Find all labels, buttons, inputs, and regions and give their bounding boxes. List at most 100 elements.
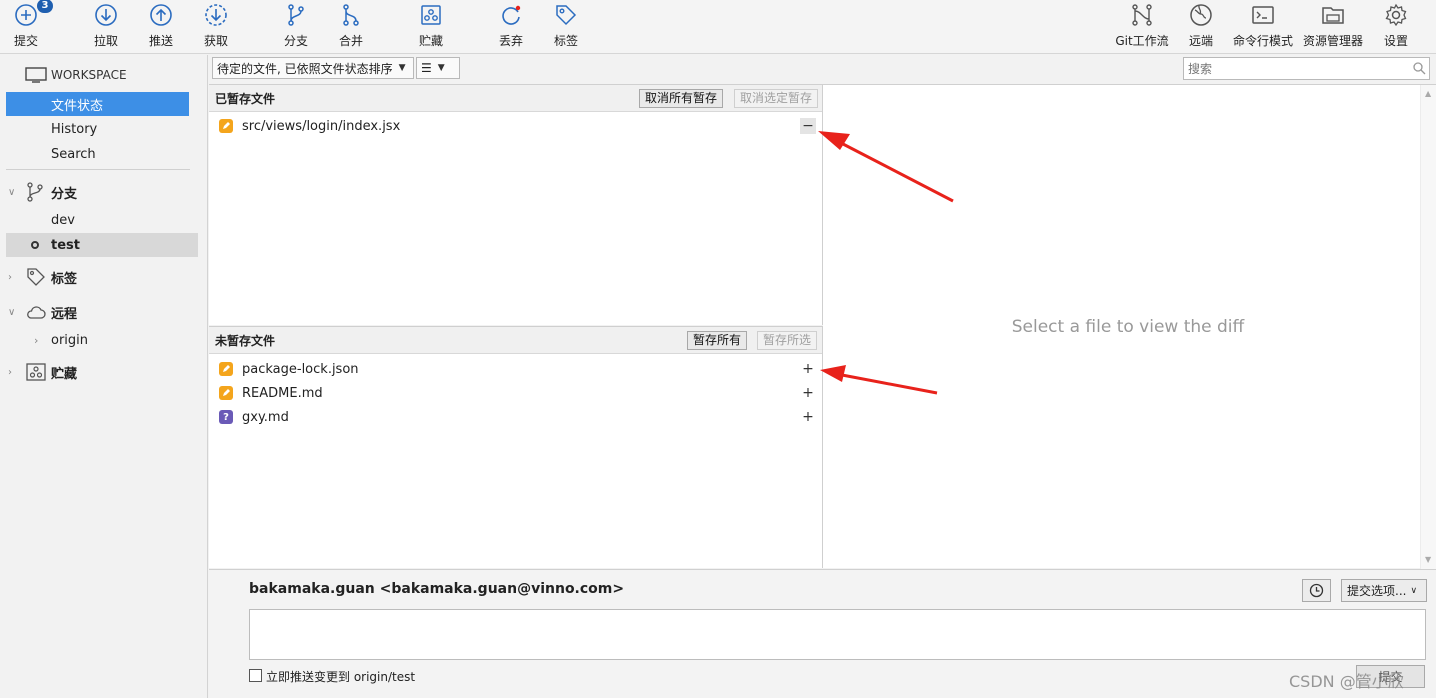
diff-placeholder: Select a file to view the diff	[1011, 317, 1245, 337]
fetch-button[interactable]: 获取	[198, 2, 234, 50]
terminal-button[interactable]: 命令行模式	[1231, 2, 1295, 50]
sidebar: WORKSPACE 文件状态 History Search ∨ 分支 dev t…	[0, 55, 208, 698]
branch-button[interactable]: 分支	[278, 2, 314, 50]
chevron-down-icon: ∨	[8, 306, 16, 318]
remotes-title: 远程	[51, 306, 78, 322]
push-button[interactable]: 推送	[143, 2, 179, 50]
gitflow-button[interactable]: Git工作流	[1114, 2, 1170, 50]
push-label: 推送	[148, 34, 173, 48]
stage-file-button[interactable]: +	[800, 385, 816, 401]
sidebar-item-search[interactable]: Search	[0, 142, 208, 166]
tag-label: 标签	[553, 34, 578, 48]
staged-files-panel: 已暂存文件 取消所有暂存 取消选定暂存 src/views/login/inde…	[209, 84, 823, 325]
file-row[interactable]: package-lock.json +	[209, 358, 821, 380]
tag-icon	[553, 2, 579, 28]
branch-icon	[27, 182, 43, 202]
scroll-up-icon[interactable]: ▲	[1425, 89, 1431, 98]
diff-panel: Select a file to view the diff ▲ ▼	[823, 84, 1436, 569]
tag-button[interactable]: 标签	[548, 2, 584, 50]
chevron-down-icon: ▼	[437, 63, 445, 73]
search-input[interactable]	[1183, 57, 1430, 80]
file-sort-value: 待定的文件, 已依照文件状态排序	[217, 61, 393, 76]
remote-button[interactable]: 远端	[1183, 2, 1219, 50]
commit-label: 提交	[13, 34, 38, 48]
discard-label: 丢弃	[498, 34, 523, 48]
divider	[6, 169, 190, 170]
sidebar-branch-test[interactable]: test	[6, 233, 198, 257]
stage-all-button[interactable]: 暂存所有	[687, 331, 748, 350]
commit-button[interactable]: 3 提交	[8, 0, 53, 50]
explorer-label: 资源管理器	[1302, 34, 1363, 48]
tags-title: 标签	[51, 271, 78, 287]
fetch-circle-icon	[203, 2, 229, 28]
sidebar-item-label: 文件状态	[51, 98, 104, 114]
file-sort-dropdown[interactable]: 待定的文件, 已依照文件状态排序 ▼	[212, 57, 414, 79]
gitflow-label: Git工作流	[1115, 34, 1169, 48]
merge-icon	[338, 2, 364, 28]
diff-scrollbar[interactable]: ▲ ▼	[1420, 85, 1436, 569]
globe-icon	[1188, 2, 1214, 28]
sidebar-section-remotes[interactable]: ∨ 远程	[0, 300, 208, 324]
terminal-label: 命令行模式	[1232, 34, 1293, 48]
unstage-file-button[interactable]: −	[800, 118, 816, 134]
clock-icon	[1309, 583, 1324, 598]
commit-history-button[interactable]	[1302, 579, 1331, 602]
pull-button[interactable]: 拉取	[88, 2, 124, 50]
stage-file-button[interactable]: +	[800, 409, 816, 425]
staged-title: 已暂存文件	[215, 91, 276, 106]
file-row[interactable]: src/views/login/index.jsx −	[209, 115, 821, 137]
sidebar-section-stashes[interactable]: › 贮藏	[0, 360, 208, 384]
cloud-icon	[27, 306, 46, 319]
plus-circle-icon: 3	[13, 0, 53, 28]
workspace-title: WORKSPACE	[51, 68, 127, 82]
sidebar-remote-origin[interactable]: › origin	[0, 328, 208, 352]
unstage-selected-button[interactable]: 取消选定暂存	[734, 89, 819, 108]
commit-message-input[interactable]	[249, 609, 1426, 660]
sidebar-branch-dev[interactable]: dev	[0, 208, 208, 232]
settings-label: 设置	[1383, 34, 1408, 48]
remote-name: origin	[51, 332, 89, 348]
sidebar-item-label: Search	[51, 146, 96, 162]
chevron-down-icon: ▼	[398, 63, 406, 73]
branches-title: 分支	[51, 186, 78, 202]
file-row[interactable]: README.md +	[209, 382, 821, 404]
arrow-up-circle-icon	[148, 2, 174, 28]
stash-icon	[418, 2, 444, 28]
stage-file-button[interactable]: +	[800, 361, 816, 377]
sidebar-item-history[interactable]: History	[0, 117, 208, 141]
branch-label: 分支	[283, 34, 308, 48]
settings-button[interactable]: 设置	[1378, 2, 1414, 50]
pull-label: 拉取	[93, 34, 118, 48]
branch-name: dev	[51, 212, 75, 228]
commit-options-dropdown[interactable]: 提交选项... ∨	[1341, 579, 1427, 602]
file-name: README.md	[242, 385, 323, 401]
discard-button[interactable]: 丢弃	[493, 2, 529, 50]
commit-author: bakamaka.guan <bakamaka.guan@vinno.com>	[249, 581, 625, 597]
file-name: package-lock.json	[242, 361, 359, 377]
scroll-down-icon[interactable]: ▼	[1425, 555, 1431, 564]
file-name: gxy.md	[242, 409, 289, 425]
merge-button[interactable]: 合并	[333, 2, 369, 50]
view-mode-dropdown[interactable]: ☰ ▼	[416, 57, 460, 79]
explorer-button[interactable]: 资源管理器	[1301, 2, 1365, 50]
sidebar-section-branches[interactable]: ∨ 分支	[0, 180, 208, 204]
sidebar-item-file-status[interactable]: 文件状态	[6, 92, 189, 116]
remote-label: 远端	[1188, 34, 1213, 48]
unstaged-files-panel: 未暂存文件 暂存所有 暂存所选 package-lock.json + READ…	[209, 326, 823, 568]
modified-file-icon	[219, 362, 233, 376]
tag-icon	[27, 268, 45, 286]
sidebar-section-tags[interactable]: › 标签	[0, 265, 208, 289]
file-row[interactable]: ? gxy.md +	[209, 406, 821, 428]
branch-icon	[283, 2, 309, 28]
watermark: CSDN @管小欣	[1289, 672, 1404, 691]
list-icon: ☰	[421, 61, 432, 75]
stage-selected-button[interactable]: 暂存所选	[757, 331, 818, 350]
chevron-right-icon: ›	[34, 333, 39, 347]
unstage-all-button[interactable]: 取消所有暂存	[639, 89, 724, 108]
chevron-down-icon: ∨	[1410, 585, 1418, 596]
arrow-down-circle-icon	[93, 2, 119, 28]
unstaged-header: 未暂存文件 暂存所有 暂存所选	[209, 327, 822, 354]
push-immediately-checkbox[interactable]	[249, 669, 262, 682]
branch-name: test	[51, 237, 80, 253]
stash-button[interactable]: 贮藏	[413, 2, 449, 50]
